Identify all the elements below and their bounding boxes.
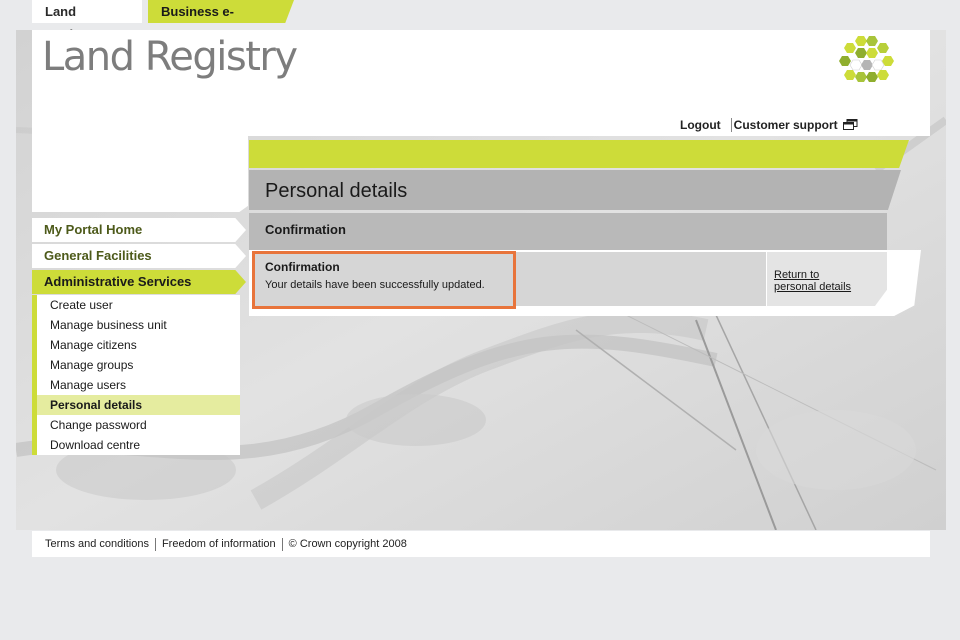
sidebar-subitem-manage-business-unit[interactable]: Manage business unit xyxy=(37,315,240,335)
land-registry-logo-text[interactable]: Land Registry xyxy=(42,34,298,80)
utility-links: Logout Customer support xyxy=(680,118,858,132)
sidebar-submenu: Create user Manage business unit Manage … xyxy=(32,295,240,455)
new-window-icon xyxy=(842,119,858,130)
confirmation-message: Your details have been successfully upda… xyxy=(265,279,485,291)
sidebar-subitem-personal-details[interactable]: Personal details xyxy=(37,395,240,415)
sidebar-item-my-portal-home[interactable]: My Portal Home xyxy=(32,218,246,242)
separator xyxy=(154,537,156,551)
customer-support-link[interactable]: Customer support xyxy=(734,118,858,132)
return-to-personal-details-link[interactable]: Return to personal details xyxy=(774,269,874,293)
separator xyxy=(730,118,732,132)
top-tabs: Land Registry Business e-services xyxy=(32,0,300,42)
footer: Terms and conditions Freedom of informat… xyxy=(32,531,930,557)
tab-land-registry[interactable]: Land Registry xyxy=(32,0,142,42)
sidebar-item-administrative-services[interactable]: Administrative Services xyxy=(32,270,246,294)
confirmation-heading: Confirmation xyxy=(265,260,340,274)
sidebar-item-general-facilities[interactable]: General Facilities xyxy=(32,244,246,268)
tab-business-eservices[interactable]: Business e-services xyxy=(148,0,294,23)
sidebar-subitem-create-user[interactable]: Create user xyxy=(37,295,240,315)
land-registry-hexagon-logo-icon[interactable] xyxy=(838,34,894,86)
return-link-line1: Return to xyxy=(774,269,820,281)
page-title: Personal details xyxy=(265,180,408,202)
section-title: Confirmation xyxy=(265,222,346,237)
sidebar-subitem-change-password[interactable]: Change password xyxy=(37,415,240,435)
sidebar-subitem-manage-users[interactable]: Manage users xyxy=(37,375,240,395)
sidebar-subitem-manage-groups[interactable]: Manage groups xyxy=(37,355,240,375)
sidebar-subitem-manage-citizens[interactable]: Manage citizens xyxy=(37,335,240,355)
accent-bar xyxy=(249,140,909,168)
header-left-panel xyxy=(32,136,248,212)
terms-and-conditions-link[interactable]: Terms and conditions xyxy=(45,538,149,550)
copyright-text: © Crown copyright 2008 xyxy=(288,538,407,550)
logout-link[interactable]: Logout xyxy=(680,118,721,132)
separator xyxy=(281,537,283,551)
return-link-line2: personal details xyxy=(774,281,852,293)
freedom-of-information-link[interactable]: Freedom of information xyxy=(162,538,276,550)
customer-support-label: Customer support xyxy=(733,118,838,132)
sidebar-subitem-download-centre[interactable]: Download centre xyxy=(37,435,240,455)
